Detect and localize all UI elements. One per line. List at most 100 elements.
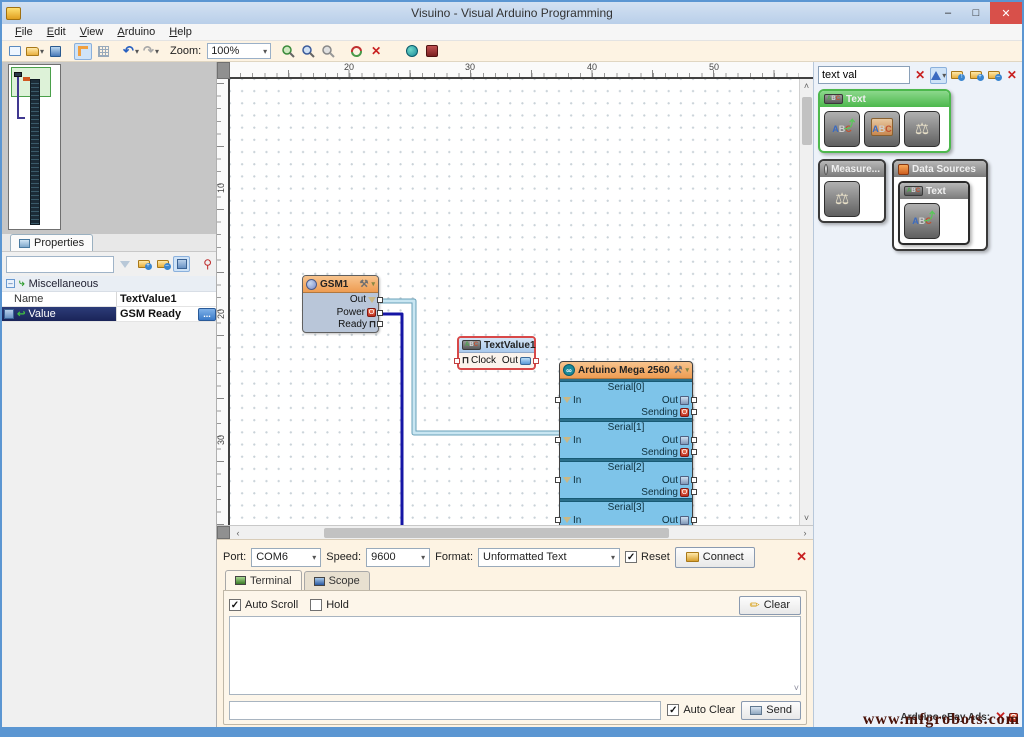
zoom-out-icon[interactable] — [299, 43, 317, 60]
new-project-icon[interactable] — [6, 43, 24, 60]
scroll-left-icon[interactable]: ‹ — [230, 526, 246, 539]
chevron-down-icon[interactable]: ▾ — [371, 280, 375, 288]
property-row-value[interactable]: ↩ Value GSM Ready ... — [2, 307, 216, 322]
pin-icon[interactable]: ⚲ — [203, 257, 212, 271]
pin-square[interactable] — [691, 397, 697, 403]
properties-filter-input[interactable] — [6, 255, 114, 273]
tool-compare-text[interactable]: ⚖ — [904, 111, 940, 147]
scroll-up-icon[interactable]: ˄ — [800, 79, 813, 93]
serial-channel-1[interactable]: Serial[1] In Out Sending O — [555, 421, 697, 459]
speed-select[interactable]: 9600 ▾ — [366, 547, 431, 567]
category-text[interactable]: ABC Text ABC ⤴ ABC ⚖ — [818, 89, 951, 153]
hold-checkbox[interactable]: Hold — [310, 599, 349, 611]
checkbox-checked-icon[interactable]: ✓ — [229, 599, 241, 611]
pin-square[interactable] — [377, 309, 383, 316]
pin-square[interactable] — [555, 397, 561, 403]
tool-measure-compare[interactable]: ⚖ — [824, 181, 860, 217]
tab-scope[interactable]: Scope — [303, 571, 370, 590]
property-row-name[interactable]: Name TextValue1 — [2, 292, 216, 307]
checkbox-checked-icon[interactable]: ✓ — [625, 551, 638, 563]
pin-square[interactable] — [555, 517, 561, 523]
pin-square[interactable] — [691, 517, 697, 523]
tool-text-value-source[interactable]: ABC ⤴ — [904, 203, 940, 239]
pin-square[interactable] — [377, 321, 383, 327]
autoscroll-checkbox[interactable]: ✓ Auto Scroll — [229, 599, 298, 611]
scroll-right-icon[interactable]: › — [797, 526, 813, 539]
terminal-output[interactable]: ˅ — [229, 616, 801, 695]
menu-arduino[interactable]: Arduino — [110, 25, 162, 39]
component-gsm1[interactable]: GSM1 ⚒ ▾ Out Power O Ready ⊓ — [302, 275, 383, 333]
gsm1-pin-ready[interactable]: Ready ⊓ — [303, 319, 383, 332]
minimize-button[interactable]: – — [934, 2, 962, 24]
component-arduino-mega[interactable]: ∞ Arduino Mega 2560 ⚒ ▾ Serial[0] In Out… — [555, 361, 697, 525]
zoom-in-icon[interactable] — [279, 43, 297, 60]
send-input[interactable] — [229, 700, 662, 720]
chevron-down-icon[interactable]: ▾ — [685, 366, 689, 374]
tool-formatted-text[interactable]: ABC — [864, 111, 900, 147]
tab-terminal[interactable]: Terminal — [225, 570, 302, 590]
gsm1-pin-out[interactable]: Out — [303, 293, 383, 306]
category-data-sources[interactable]: Data Sources ABC Text ABC ⤴ — [892, 159, 988, 251]
textvalue1-header[interactable]: ABC TextValue1 — [459, 338, 536, 353]
pin-square[interactable] — [691, 437, 697, 443]
zoom-reset-icon[interactable] — [319, 43, 337, 60]
grid-toggle-icon[interactable] — [94, 43, 112, 60]
subcategory-text[interactable]: ABC Text ABC ⤴ — [898, 181, 970, 245]
collapse-all-icon[interactable]: – — [154, 256, 171, 272]
arduino-header[interactable]: ∞ Arduino Mega 2560 ⚒ ▾ — [560, 362, 692, 379]
suggest-icon[interactable]: ! — [949, 67, 966, 84]
pin-square[interactable] — [454, 357, 460, 364]
wrench-icon[interactable]: ⚒ — [674, 365, 683, 376]
pin-square[interactable] — [691, 449, 697, 455]
canvas-vertical-scrollbar[interactable]: ˄ ˅ — [799, 79, 813, 525]
menu-help[interactable]: Help — [162, 25, 199, 39]
design-overview[interactable] — [2, 62, 216, 234]
pin-square[interactable] — [555, 477, 561, 483]
category-measure[interactable]: Measure... ⚖ — [818, 159, 886, 223]
output-scroll-icon[interactable]: ˅ — [794, 683, 799, 693]
pin-square[interactable] — [691, 409, 697, 415]
pin-square[interactable] — [377, 296, 383, 303]
delete-icon[interactable]: ✕ — [367, 43, 385, 60]
connect-button[interactable]: Connect — [674, 546, 755, 568]
menu-view[interactable]: View — [73, 25, 111, 39]
pin-square[interactable] — [533, 357, 539, 364]
close-button[interactable]: ✕ — [990, 2, 1022, 24]
gsm1-pin-power[interactable]: Power O — [303, 306, 383, 319]
expand-categories-icon[interactable]: + — [967, 67, 984, 84]
send-button[interactable]: Send — [741, 700, 801, 720]
tab-properties[interactable]: Properties — [10, 234, 94, 251]
wizard-filter-icon[interactable]: ▾ — [930, 66, 948, 84]
maximize-button[interactable]: □ — [962, 2, 990, 24]
collapse-icon[interactable]: – — [6, 279, 15, 288]
pin-square[interactable] — [555, 437, 561, 443]
gsm1-header[interactable]: GSM1 ⚒ ▾ — [303, 276, 378, 293]
format-select[interactable]: Unformatted Text ▾ — [478, 547, 621, 567]
zoom-combobox[interactable]: 100% ▾ — [207, 43, 272, 59]
vertical-scroll-thumb[interactable] — [801, 97, 812, 145]
undo-icon[interactable]: ↶ ▾ — [122, 43, 140, 60]
collapse-categories-icon[interactable]: – — [986, 67, 1002, 84]
checkbox-checked-icon[interactable]: ✓ — [667, 704, 680, 716]
tool-text-value[interactable]: ABC ⤴ — [824, 111, 860, 147]
clear-button[interactable]: ✏ Clear — [738, 595, 801, 615]
component-textvalue1[interactable]: ABC TextValue1 ⊓ Clock Out — [454, 336, 539, 370]
property-name-value[interactable]: TextValue1 — [117, 292, 216, 306]
value-editor-button[interactable]: ... — [198, 307, 216, 321]
menu-file[interactable]: File — [8, 25, 40, 39]
wrench-icon[interactable]: ⚒ — [360, 279, 369, 290]
wire-routing-icon[interactable] — [74, 42, 92, 60]
pin-square[interactable] — [691, 477, 697, 483]
canvas-horizontal-scrollbar[interactable]: ‹ › — [217, 525, 813, 539]
textvalue1-pins[interactable]: ⊓ Clock Out — [454, 353, 539, 368]
port-select[interactable]: COM6 ▾ — [251, 547, 322, 567]
horizontal-scroll-thumb[interactable] — [324, 527, 669, 538]
open-project-icon[interactable]: ▾ — [26, 43, 44, 60]
refresh-icon[interactable] — [347, 43, 365, 60]
serial-channel-2[interactable]: Serial[2] In Out Sending O — [555, 461, 697, 499]
serial-tools-icon[interactable]: ✕ — [796, 549, 807, 565]
expand-all-icon[interactable]: + — [135, 256, 152, 272]
property-value-value[interactable]: GSM Ready ... — [117, 307, 216, 321]
menu-edit[interactable]: Edit — [40, 25, 73, 39]
checkbox-unchecked-icon[interactable] — [310, 599, 323, 611]
